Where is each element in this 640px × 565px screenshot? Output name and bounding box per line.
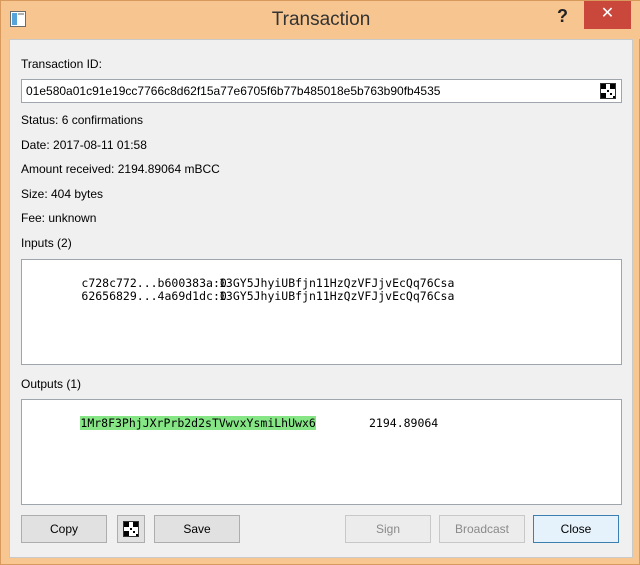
list-item[interactable]: 1Mr8F3PhjJXrPrb2d2sTVwvxYsmiLhUwx6 2194.8…: [25, 404, 615, 443]
transaction-id-value[interactable]: 01e580a01c91e19cc7766c8d62f15a77e6705f6b…: [26, 84, 440, 98]
list-item[interactable]: 62656829...4a69d1dc:0 13GY5JhyiUBfjn11HzQ…: [26, 277, 454, 316]
help-button[interactable]: ?: [546, 3, 579, 31]
save-button[interactable]: Save: [154, 515, 240, 543]
broadcast-button[interactable]: Broadcast: [439, 515, 525, 543]
transaction-id-field[interactable]: 01e580a01c91e19cc7766c8d62f15a77e6705f6b…: [21, 79, 622, 103]
qr-code-icon: [123, 521, 139, 537]
sign-button[interactable]: Sign: [345, 515, 431, 543]
window-close-button[interactable]: ✕: [584, 1, 631, 29]
input-outpoint: 62656829...4a69d1dc:0: [81, 289, 227, 303]
transaction-id-label: Transaction ID:: [21, 57, 102, 71]
status-text: Status: 6 confirmations: [21, 113, 144, 127]
close-icon: ✕: [600, 5, 615, 22]
fee-text: Fee: unknown: [21, 211, 97, 225]
size-text: Size: 404 bytes: [21, 187, 104, 201]
qr-code-icon[interactable]: [600, 83, 616, 99]
inputs-list[interactable]: c728c772...b600383a:0 13GY5JhyiUBfjn11HzQ…: [21, 259, 622, 365]
copy-button[interactable]: Copy: [21, 515, 107, 543]
dialog-content: Transaction ID: 01e580a01c91e19cc7766c8d…: [9, 39, 633, 558]
amount-text: Amount received: 2194.89064 mBCC: [21, 162, 220, 176]
output-amount: 2194.89064: [369, 416, 439, 430]
inputs-label: Inputs (2): [21, 236, 72, 250]
transaction-dialog: Transaction ? ✕ Transaction ID: 01e580a0…: [0, 0, 640, 565]
outputs-label: Outputs (1): [21, 377, 82, 391]
qr-button[interactable]: [117, 515, 145, 543]
input-address: 13GY5JhyiUBfjn11HzQzVFJjvEcQq76Csa: [219, 289, 455, 303]
output-address: 1Mr8F3PhjJXrPrb2d2sTVwvxYsmiLhUwx6: [80, 416, 316, 430]
window-title: Transaction: [271, 9, 371, 30]
outputs-list[interactable]: 1Mr8F3PhjJXrPrb2d2sTVwvxYsmiLhUwx6 2194.8…: [21, 399, 622, 505]
close-button[interactable]: Close: [533, 515, 619, 543]
date-text: Date: 2017-08-11 01:58: [21, 138, 147, 152]
title-bar[interactable]: Transaction ? ✕: [1, 1, 640, 39]
